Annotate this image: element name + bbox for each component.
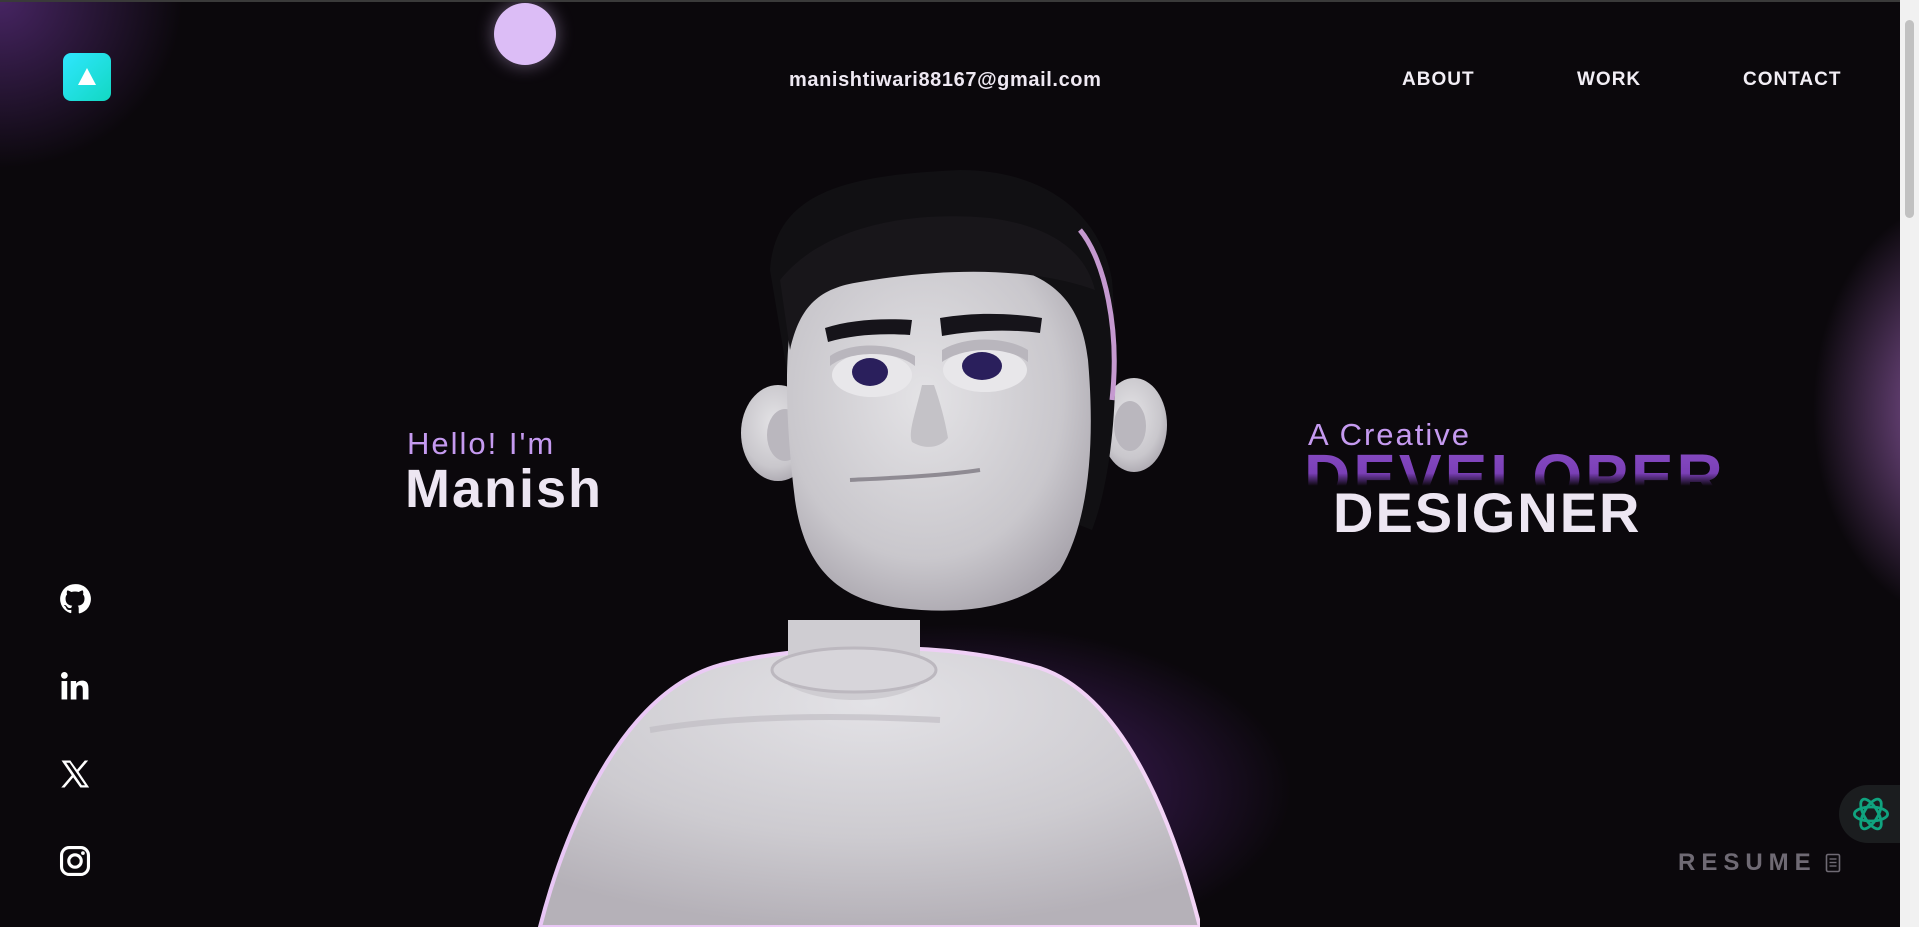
email-link[interactable]: manishtiwari88167@gmail.com — [789, 69, 1102, 92]
scrollbar-thumb[interactable] — [1905, 20, 1914, 218]
github-link[interactable] — [56, 580, 94, 618]
hero-name: Manish — [405, 459, 604, 519]
triangle-logo-icon — [78, 68, 96, 85]
instagram-link[interactable] — [56, 842, 94, 880]
resume-link[interactable]: RESUME — [1678, 849, 1841, 877]
nav-about[interactable]: ABOUT — [1402, 69, 1475, 91]
hero-page: manishtiwari88167@gmail.com ABOUT WORK C… — [0, 0, 1900, 927]
linkedin-link[interactable] — [56, 667, 94, 705]
greeting-text: Hello! I'm — [407, 426, 556, 461]
window-top-edge — [0, 0, 1919, 2]
instagram-icon — [59, 845, 91, 877]
moon-decoration — [494, 3, 556, 65]
avatar-3d-character — [537, 170, 1200, 927]
ai-chat-button[interactable] — [1839, 785, 1903, 843]
nav-contact[interactable]: CONTACT — [1743, 69, 1841, 91]
document-icon — [1825, 853, 1840, 873]
openai-icon — [1852, 797, 1890, 831]
nav-work[interactable]: WORK — [1577, 69, 1641, 91]
x-twitter-link[interactable] — [56, 755, 94, 793]
linkedin-icon — [60, 671, 89, 700]
x-icon — [61, 760, 90, 788]
role-designer: DESIGNER — [1333, 481, 1642, 544]
site-logo[interactable] — [63, 53, 111, 101]
resume-label: RESUME — [1678, 849, 1817, 876]
github-icon — [60, 584, 91, 614]
